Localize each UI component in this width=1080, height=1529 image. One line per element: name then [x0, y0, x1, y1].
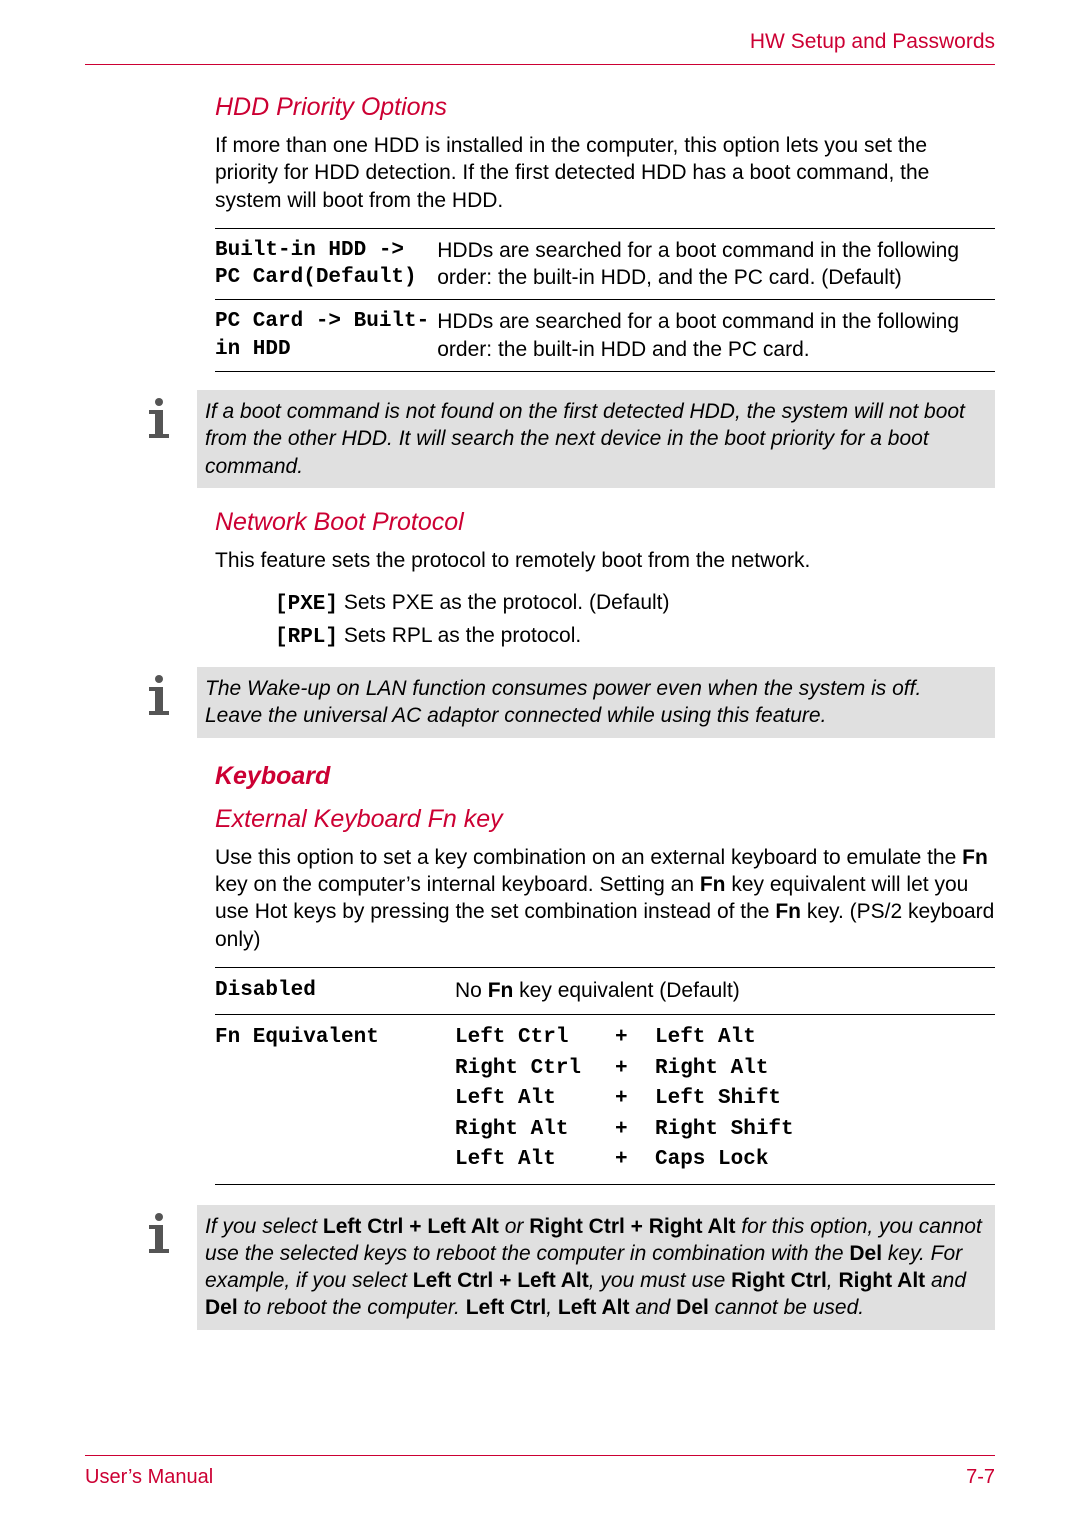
combo: Left Ctrl+Left Alt	[455, 1023, 995, 1053]
page-footer: User’s Manual 7-7	[85, 1455, 995, 1489]
t: Use this option to set a key combination…	[215, 846, 962, 869]
t: , you must use	[589, 1269, 731, 1292]
b: Right Alt	[838, 1269, 925, 1292]
info-note-2-text: The Wake-up on LAN function consumes pow…	[197, 667, 995, 738]
b: Right Ctrl	[731, 1269, 827, 1292]
info-icon	[135, 390, 191, 447]
footer-right: 7-7	[966, 1466, 995, 1489]
header-rule	[85, 64, 995, 65]
protocol-list: [PXE] Sets PXE as the protocol. (Default…	[275, 588, 995, 653]
plus: +	[615, 1054, 655, 1084]
table-row: PC Card -> Built- in HDD HDDs are search…	[215, 300, 995, 372]
combo-right: Left Shift	[655, 1084, 995, 1114]
info-note-3: If you select Left Ctrl + Left Alt or Ri…	[135, 1205, 995, 1330]
info-icon	[135, 1205, 191, 1262]
combo-left: Right Alt	[455, 1115, 615, 1145]
combo-left: Right Ctrl	[455, 1054, 615, 1084]
combo-left: Left Alt	[455, 1145, 615, 1175]
combo-right: Caps Lock	[655, 1145, 995, 1175]
ext-kbd-para: Use this option to set a key combination…	[215, 844, 995, 953]
net-intro: This feature sets the protocol to remote…	[215, 547, 995, 574]
b: Del	[849, 1242, 882, 1265]
info-note-1: If a boot command is not found on the fi…	[135, 390, 995, 488]
combo-right: Right Shift	[655, 1115, 995, 1145]
b: Del	[205, 1296, 238, 1319]
rpl-key: [RPL]	[275, 626, 338, 649]
page: HW Setup and Passwords HDD Priority Opti…	[0, 0, 1080, 1529]
fn-bold: Fn	[700, 873, 726, 896]
b: Left Ctrl + Left Alt	[413, 1269, 589, 1292]
combo-left: Left Alt	[455, 1084, 615, 1114]
footer-left: User’s Manual	[85, 1466, 213, 1489]
hdd-heading: HDD Priority Options	[215, 93, 995, 122]
plus: +	[615, 1023, 655, 1053]
info-note-3-text: If you select Left Ctrl + Left Alt or Ri…	[197, 1205, 995, 1330]
keyboard-section-heading: Keyboard	[215, 762, 995, 791]
pxe-desc: Sets PXE as the protocol. (Default)	[338, 591, 670, 614]
plus: +	[615, 1084, 655, 1114]
plus: +	[615, 1145, 655, 1175]
b: Del	[676, 1296, 709, 1319]
list-item: [RPL] Sets RPL as the protocol.	[275, 621, 995, 653]
fn-table: Disabled No Fn key equivalent (Default) …	[215, 967, 995, 1185]
combo: Left Alt+Caps Lock	[455, 1145, 995, 1175]
b: Left Ctrl	[466, 1296, 547, 1319]
t: to reboot the computer.	[238, 1296, 466, 1319]
b: Left Ctrl + Left Alt	[323, 1215, 499, 1238]
t: key equivalent (Default)	[513, 979, 739, 1002]
fn-bold: Fn	[488, 979, 514, 1002]
table-row: Fn Equivalent Left Ctrl+Left Alt Right C…	[215, 1015, 995, 1184]
combo: Right Alt+Right Shift	[455, 1115, 995, 1145]
combo-left: Left Ctrl	[455, 1023, 615, 1053]
fnequiv-key: Fn Equivalent	[215, 1015, 455, 1184]
disabled-desc: No Fn key equivalent (Default)	[455, 967, 995, 1014]
hdd-table: Built-in HDD -> PC Card(Default) HDDs ar…	[215, 228, 995, 372]
hdd-key-1: Built-in HDD -> PC Card(Default)	[215, 228, 437, 300]
content-block-net: Network Boot Protocol This feature sets …	[215, 508, 995, 653]
hdd-intro: If more than one HDD is installed in the…	[215, 132, 995, 214]
content-block-hdd: HDD Priority Options If more than one HD…	[215, 93, 995, 372]
combo: Left Alt+Left Shift	[455, 1084, 995, 1114]
fn-bold: Fn	[962, 846, 988, 869]
t: ,	[546, 1296, 558, 1319]
ext-kbd-heading: External Keyboard Fn key	[215, 805, 995, 834]
t: key on the computer’s internal keyboard.…	[215, 873, 700, 896]
combo-right: Right Alt	[655, 1054, 995, 1084]
page-header: HW Setup and Passwords	[85, 30, 995, 64]
rpl-desc: Sets RPL as the protocol.	[338, 624, 581, 647]
t: and	[925, 1269, 966, 1292]
net-heading: Network Boot Protocol	[215, 508, 995, 537]
table-row: Disabled No Fn key equivalent (Default)	[215, 967, 995, 1014]
hdd-key-2: PC Card -> Built- in HDD	[215, 300, 437, 372]
hdd-desc-2: HDDs are searched for a boot command in …	[437, 300, 995, 372]
combo-right: Left Alt	[655, 1023, 995, 1053]
t: ,	[827, 1269, 839, 1292]
info-icon	[135, 667, 191, 724]
plus: +	[615, 1115, 655, 1145]
t: No	[455, 979, 488, 1002]
disabled-key: Disabled	[215, 967, 455, 1014]
pxe-key: [PXE]	[275, 593, 338, 616]
t: and	[629, 1296, 676, 1319]
info-note-2: The Wake-up on LAN function consumes pow…	[135, 667, 995, 738]
list-item: [PXE] Sets PXE as the protocol. (Default…	[275, 588, 995, 620]
b: Left Alt	[558, 1296, 630, 1319]
b: Right Ctrl + Right Alt	[529, 1215, 735, 1238]
content-block-kbd: Keyboard External Keyboard Fn key Use th…	[215, 762, 995, 1185]
t: If you select	[205, 1215, 323, 1238]
combo: Right Ctrl+Right Alt	[455, 1054, 995, 1084]
hdd-desc-1: HDDs are searched for a boot command in …	[437, 228, 995, 300]
fnequiv-combos: Left Ctrl+Left Alt Right Ctrl+Right Alt …	[455, 1015, 995, 1184]
fn-bold: Fn	[775, 900, 801, 923]
info-note-1-text: If a boot command is not found on the fi…	[197, 390, 995, 488]
t: cannot be used.	[709, 1296, 864, 1319]
t: or	[499, 1215, 529, 1238]
table-row: Built-in HDD -> PC Card(Default) HDDs ar…	[215, 228, 995, 300]
